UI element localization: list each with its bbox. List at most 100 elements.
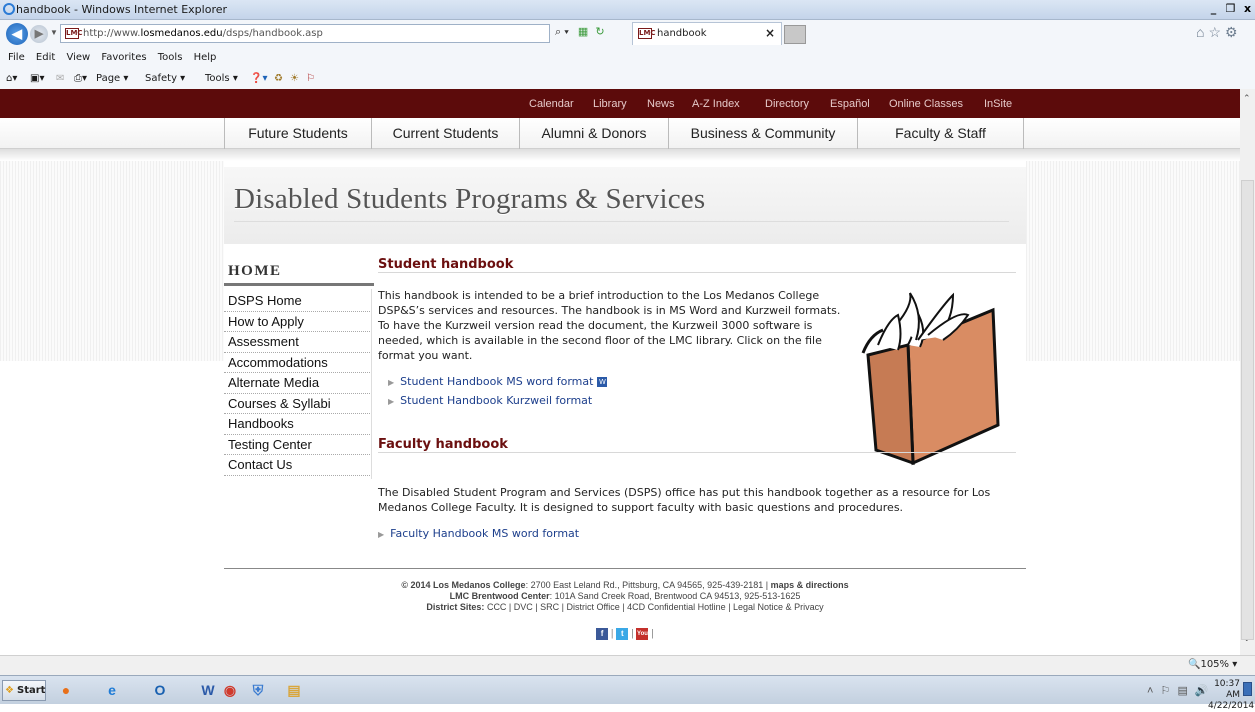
scrollbar-thumb[interactable] bbox=[1241, 180, 1254, 640]
show-hidden-icon[interactable]: ˄ bbox=[1147, 685, 1153, 697]
home-cmd-icon[interactable]: ⌂▾ bbox=[6, 73, 17, 84]
tools-menu[interactable]: Tools ▾ bbox=[205, 73, 238, 84]
translate-icon[interactable]: ⚐ bbox=[306, 73, 315, 84]
settings-gear-icon[interactable]: ⚙ bbox=[1225, 24, 1242, 40]
bullet-arrow-icon: ▶ bbox=[388, 397, 395, 406]
nav-alumni-donors[interactable]: Alumni & Donors bbox=[519, 118, 668, 149]
sidebar-item-testing-center[interactable]: Testing Center bbox=[224, 435, 370, 455]
minimize-button[interactable]: _ bbox=[1206, 2, 1221, 17]
footer-district-links[interactable]: CCC | DVC | SRC | District Office | 4CD … bbox=[484, 602, 824, 612]
student-word-link[interactable]: ▶ Student Handbook MS word format W bbox=[388, 375, 608, 388]
footer-rule bbox=[224, 568, 1026, 569]
tab-close-icon[interactable]: × bbox=[765, 23, 775, 44]
menu-bar: File Edit View Favorites Tools Help bbox=[0, 47, 1255, 68]
start-button[interactable]: ❖ Start bbox=[2, 680, 46, 701]
sidebar-item-assessment[interactable]: Assessment bbox=[224, 332, 370, 353]
zoom-level[interactable]: 🔍105% ▾ bbox=[1188, 659, 1237, 670]
history-dropdown-icon[interactable]: ▼ bbox=[50, 28, 58, 37]
footer-maps-link[interactable]: maps & directions bbox=[771, 580, 849, 590]
util-link-espanol[interactable]: Español bbox=[830, 98, 870, 110]
taskbar-file-explorer-icon[interactable]: ▤ bbox=[278, 678, 310, 703]
safety-menu[interactable]: Safety ▾ bbox=[145, 73, 185, 84]
window-title: handbook - Windows Internet Explorer bbox=[16, 3, 228, 16]
sidebar-item-courses-syllabi[interactable]: Courses & Syllabi bbox=[224, 394, 370, 414]
footer-copyright: © 2014 Los Medanos College bbox=[401, 580, 526, 590]
maximize-button[interactable]: ❒ bbox=[1223, 2, 1238, 17]
menu-favorites[interactable]: Favorites bbox=[101, 52, 146, 63]
menu-edit[interactable]: Edit bbox=[36, 52, 55, 63]
nav-current-students[interactable]: Current Students bbox=[371, 118, 519, 149]
volume-icon[interactable]: 🔊 bbox=[1195, 685, 1209, 697]
util-link-az-index[interactable]: A-Z Index bbox=[692, 98, 740, 110]
favorites-star-icon[interactable]: ☆ bbox=[1208, 24, 1225, 40]
close-window-button[interactable]: x bbox=[1240, 2, 1255, 17]
taskbar-outlook-icon[interactable]: O bbox=[144, 678, 176, 703]
network-icon[interactable]: ▤ bbox=[1177, 685, 1187, 697]
facebook-icon[interactable]: f bbox=[596, 628, 609, 640]
menu-tools[interactable]: Tools bbox=[158, 52, 183, 63]
faculty-word-link[interactable]: ▶ Faculty Handbook MS word format bbox=[378, 527, 579, 540]
sidebar-item-alternate-media[interactable]: Alternate Media bbox=[224, 373, 370, 394]
student-handbook-heading: Student handbook bbox=[378, 257, 514, 272]
page-menu[interactable]: Page ▾ bbox=[96, 73, 128, 84]
youtube-icon[interactable]: You bbox=[636, 628, 649, 640]
address-input[interactable]: LMC http://www.losmedanos.edu/dsps/handb… bbox=[60, 24, 550, 43]
mail-icon[interactable]: ✉ bbox=[56, 73, 64, 84]
menu-view[interactable]: View bbox=[66, 52, 90, 63]
util-link-insite[interactable]: InSite bbox=[984, 98, 1012, 110]
main-nav: Future Students Current Students Alumni … bbox=[0, 118, 1240, 149]
page-title: Disabled Students Programs & Services bbox=[234, 183, 706, 215]
taskbar-firefox-icon[interactable]: ● bbox=[50, 678, 82, 703]
twitter-icon[interactable]: t bbox=[616, 628, 629, 640]
clock[interactable]: 10:37 AM 4/22/2014 bbox=[1208, 679, 1254, 712]
feeds-icon[interactable]: ▣▾ bbox=[30, 73, 44, 84]
util-link-news[interactable]: News bbox=[647, 98, 675, 110]
util-link-online-classes[interactable]: Online Classes bbox=[889, 98, 963, 110]
search-icon[interactable]: ⌕ ▾ bbox=[555, 26, 569, 38]
addon-icon[interactable]: ☀ bbox=[290, 73, 299, 84]
sidebar-item-handbooks[interactable]: Handbooks bbox=[224, 414, 370, 435]
util-link-calendar[interactable]: Calendar bbox=[529, 98, 574, 110]
util-link-directory[interactable]: Directory bbox=[765, 98, 809, 110]
flag-icon[interactable]: ⚐ bbox=[1161, 685, 1171, 697]
sidebar-item-how-to-apply[interactable]: How to Apply bbox=[224, 312, 370, 332]
student-word-link-label[interactable]: Student Handbook MS word format bbox=[400, 375, 593, 388]
tab-favicon-icon: LMC bbox=[638, 28, 656, 39]
taskbar-internet-explorer-icon[interactable]: e bbox=[96, 678, 128, 703]
help-icon[interactable]: ❓▾ bbox=[250, 73, 267, 84]
taskbar-security-icon[interactable]: ⛨ bbox=[242, 678, 274, 703]
nav-business-community[interactable]: Business & Community bbox=[668, 118, 857, 149]
menu-file[interactable]: File bbox=[8, 52, 25, 63]
faculty-handbook-heading: Faculty handbook bbox=[378, 437, 508, 452]
zoom-icon: 🔍 bbox=[1188, 659, 1201, 670]
forward-button[interactable]: ▶ bbox=[30, 25, 48, 43]
sidebar-item-contact-us[interactable]: Contact Us bbox=[224, 455, 370, 476]
nav-faculty-staff[interactable]: Faculty & Staff bbox=[857, 118, 1024, 149]
footer: © 2014 Los Medanos College: 2700 East Le… bbox=[224, 580, 1026, 613]
social-separator: | bbox=[631, 628, 634, 640]
sidebar-item-accommodations[interactable]: Accommodations bbox=[224, 353, 370, 373]
ie-logo-icon bbox=[3, 3, 15, 15]
research-icon[interactable]: ♻ bbox=[274, 73, 283, 84]
web-page: Calendar Library News A-Z Index Director… bbox=[0, 89, 1240, 655]
footer-brentwood-label: LMC Brentwood Center bbox=[449, 591, 550, 601]
student-kurzweil-link[interactable]: ▶ Student Handbook Kurzweil format bbox=[388, 394, 592, 407]
faculty-word-link-label[interactable]: Faculty Handbook MS word format bbox=[390, 527, 579, 540]
sidebar-item-dsps-home[interactable]: DSPS Home bbox=[224, 291, 370, 312]
address-tools: ⌕ ▾ ▦ ↻ bbox=[555, 25, 635, 43]
student-kurzweil-link-label[interactable]: Student Handbook Kurzweil format bbox=[400, 394, 592, 407]
social-separator: | bbox=[610, 628, 614, 640]
tab-handbook[interactable]: LMC handbook × bbox=[632, 22, 782, 45]
menu-help[interactable]: Help bbox=[194, 52, 217, 63]
nav-future-students[interactable]: Future Students bbox=[224, 118, 371, 149]
home-icon[interactable]: ⌂ bbox=[1196, 24, 1208, 40]
refresh-icon[interactable]: ↻ bbox=[595, 26, 604, 38]
print-icon[interactable]: ⎙▾ bbox=[74, 73, 87, 84]
back-button[interactable]: ◀ bbox=[6, 23, 28, 45]
site-favicon-icon: LMC bbox=[65, 28, 83, 39]
scroll-up-icon[interactable]: ⌃ bbox=[1243, 93, 1251, 104]
new-tab-button[interactable] bbox=[784, 25, 806, 44]
util-link-library[interactable]: Library bbox=[593, 98, 627, 110]
compat-view-icon[interactable]: ▦ bbox=[578, 26, 588, 38]
show-desktop-button[interactable] bbox=[1243, 682, 1252, 696]
